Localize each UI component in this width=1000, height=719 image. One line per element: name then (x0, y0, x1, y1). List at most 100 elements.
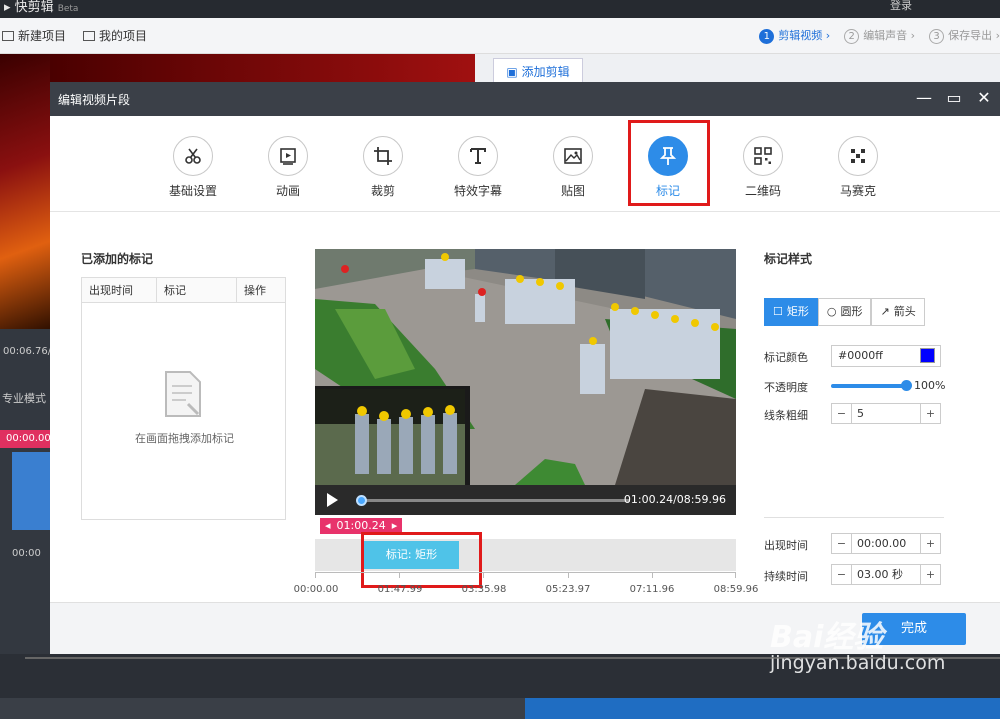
opacity-value: 100% (914, 379, 946, 392)
app-titlebar: ▸ 快剪辑 Beta 登录 (0, 0, 1000, 18)
tab-sticker[interactable]: 贴图 (533, 136, 613, 199)
tab-crop[interactable]: 裁剪 (343, 136, 423, 199)
step-export[interactable]: 3 保存导出 › (929, 27, 1000, 44)
opacity-slider[interactable] (831, 380, 912, 391)
mosaic-icon (838, 136, 878, 176)
bg-time: 00:06.76/ (3, 346, 52, 357)
ruler-tick (652, 572, 653, 578)
folder-icon (83, 30, 95, 41)
decrement-button[interactable]: − (832, 534, 852, 553)
color-label: 标记颜色 (764, 351, 808, 364)
empty-hint: 在画面拖拽添加标记 (135, 432, 234, 445)
col-action: 操作 (244, 284, 266, 297)
new-project-button[interactable]: 新建项目 (2, 27, 66, 44)
bg-bottom-blue (525, 698, 1000, 719)
tab-text-effects[interactable]: 特效字幕 (438, 136, 518, 199)
circle-icon: ○ (826, 305, 837, 318)
increment-button[interactable]: + (920, 404, 940, 423)
video-player[interactable]: 01:00.24/08:59.96 (315, 249, 736, 515)
tab-qrcode[interactable]: 二维码 (723, 136, 803, 199)
bg-preview-strip (50, 54, 475, 84)
shape-arrow-button[interactable]: ↗ 箭头 (871, 298, 925, 326)
increment-button[interactable]: + (920, 534, 940, 553)
duration-value[interactable]: 03.00 秒 (852, 565, 920, 584)
opacity-slider-knob[interactable] (901, 380, 912, 391)
panel-divider (764, 517, 944, 518)
progress-bar[interactable] (356, 495, 630, 506)
tool-tabs: 基础设置 动画 裁剪 特效字幕 贴图 标记 二维码 马赛克 (50, 116, 1000, 212)
highlight-mark-tab (628, 120, 710, 206)
dialog-titlebar: 编辑视频片段 — ▭ ✕ (50, 82, 1000, 116)
player-time: 01:00.24/08:59.96 (623, 493, 726, 506)
player-controls: 01:00.24/08:59.96 (315, 485, 736, 515)
ruler-label: 03:35.98 (461, 584, 507, 595)
opacity-label: 不透明度 (764, 381, 808, 394)
baidu-watermark: Bai经验 jingyan.baidu.com (770, 620, 946, 674)
plus-icon (2, 30, 14, 41)
increment-button[interactable]: + (920, 565, 940, 584)
tab-mosaic[interactable]: 马赛克 (818, 136, 898, 199)
qrcode-icon (743, 136, 783, 176)
login-link[interactable]: 登录 (890, 0, 912, 13)
col-mark: 标记 (157, 278, 237, 302)
color-swatch[interactable] (920, 348, 935, 363)
step-indicator: 1 剪辑视频 › 2 编辑声音 › 3 保存导出 › (759, 27, 1000, 44)
bg-time2: 00:00 (12, 548, 41, 559)
ruler-tick (483, 572, 484, 578)
minimize-icon[interactable]: — (914, 88, 934, 108)
play-icon[interactable] (325, 492, 339, 511)
close-icon[interactable]: ✕ (974, 88, 994, 108)
ruler-label: 05:23.97 (545, 584, 591, 595)
line-width-label: 线条粗细 (764, 409, 808, 422)
marks-table: 出现时间 标记 操作 在画面拖拽添加标记 (81, 277, 286, 520)
tab-animation[interactable]: 动画 (248, 136, 328, 199)
timeline-ruler (315, 572, 736, 573)
square-icon: ☐ (773, 305, 783, 318)
step-edit-audio[interactable]: 2 编辑声音 › (844, 27, 915, 44)
empty-document-icon (164, 370, 202, 418)
ruler-tick (568, 572, 569, 578)
progress-knob[interactable] (356, 495, 367, 506)
appear-time-label: 出现时间 (764, 539, 808, 552)
marks-table-header: 出现时间 标记 操作 (82, 278, 285, 303)
decrement-button[interactable]: − (832, 404, 852, 423)
mark-style-title: 标记样式 (764, 252, 813, 266)
prev-frame-icon[interactable]: ◂ (325, 518, 331, 534)
decrement-button[interactable]: − (832, 565, 852, 584)
text-icon (458, 136, 498, 176)
appear-time-value[interactable]: 00:00.00 (852, 534, 920, 553)
shape-rect-button[interactable]: ☐ 矩形 (764, 298, 818, 326)
step-edit-video[interactable]: 1 剪辑视频 › (759, 27, 830, 44)
duration-stepper: − 03.00 秒 + (831, 564, 941, 585)
ruler-tick (315, 572, 316, 578)
arrow-icon: ↗ (880, 305, 890, 318)
bg-bottom-strip (0, 698, 525, 719)
bg-playhead-time: 00:00.00 (0, 430, 51, 448)
shape-selector: ☐ 矩形 ○ 圆形 ↗ 箭头 (764, 298, 925, 326)
my-projects-button[interactable]: 我的项目 (83, 27, 147, 44)
ruler-label: 01:47.99 (377, 584, 423, 595)
ruler-tick (399, 572, 400, 578)
pro-mode-label: 专业模式 (2, 392, 46, 405)
appear-time-stepper: − 00:00.00 + (831, 533, 941, 554)
image-icon (553, 136, 593, 176)
dialog-title: 编辑视频片段 (58, 93, 131, 107)
ruler-label: 08:59.96 (713, 584, 759, 595)
app-title: ▸ 快剪辑 Beta (4, 0, 79, 15)
tab-basic-settings[interactable]: 基础设置 (153, 136, 233, 199)
maximize-icon[interactable]: ▭ (944, 88, 964, 108)
line-width-value[interactable]: 5 (852, 404, 920, 423)
ruler-label: 07:11.96 (629, 584, 675, 595)
add-clip-tab[interactable]: ▣ 添加剪辑 (493, 58, 583, 84)
dialog-content: 已添加的标记 出现时间 标记 操作 在画面拖拽添加标记 01:00.24/08:… (50, 212, 1000, 602)
app-toolbar: 新建项目 我的项目 1 剪辑视频 › 2 编辑声音 › 3 保存导出 › (0, 18, 1000, 54)
added-marks-title: 已添加的标记 (81, 252, 154, 266)
shape-circle-button[interactable]: ○ 圆形 (817, 298, 872, 326)
crop-icon (363, 136, 403, 176)
edit-clip-dialog: 编辑视频片段 — ▭ ✕ 基础设置 动画 裁剪 特效字幕 贴图 标记 二维码 马… (50, 82, 1000, 654)
animation-icon (268, 136, 308, 176)
col-appear-time: 出现时间 (82, 278, 157, 302)
duration-label: 持续时间 (764, 570, 808, 583)
bg-clip (12, 452, 50, 530)
line-width-stepper: − 5 + (831, 403, 941, 424)
